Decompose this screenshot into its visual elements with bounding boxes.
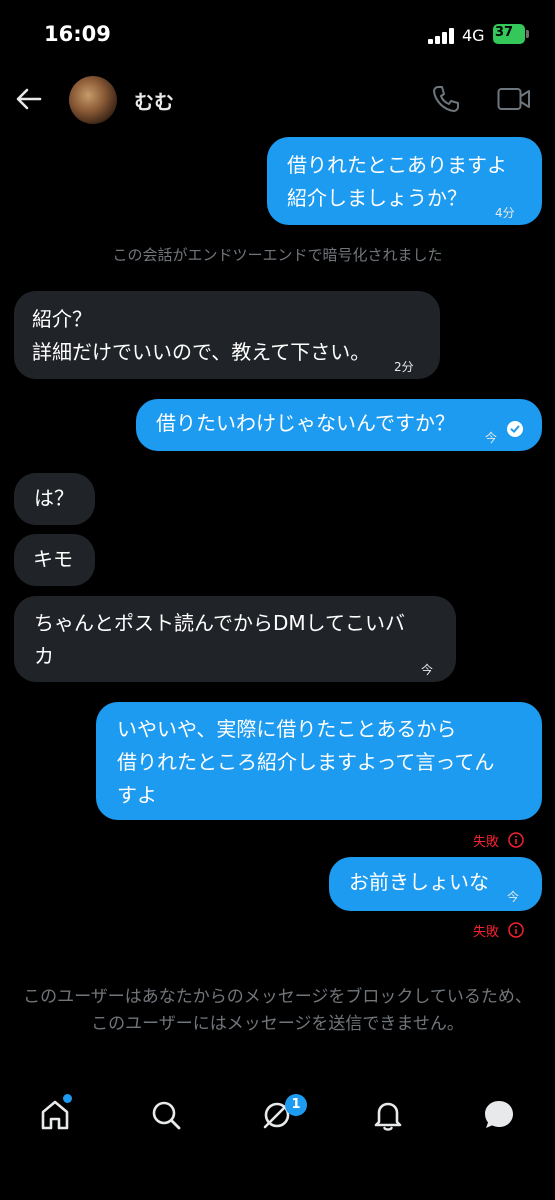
avatar[interactable] xyxy=(69,76,117,124)
video-icon[interactable] xyxy=(497,86,531,112)
battery-icon: 37 xyxy=(493,24,531,44)
read-check-icon xyxy=(507,421,523,437)
message-line: 紹介？ xyxy=(32,307,92,331)
message-time: 今 xyxy=(507,890,520,904)
send-failed-label[interactable]: 失敗 xyxy=(473,921,499,940)
message-time: 2分 xyxy=(394,360,414,374)
encryption-notice: この会話がエンドツーエンドで暗号化されました xyxy=(112,246,443,264)
blocked-notice: このユーザーはあなたからのメッセージをブロックしているため、このユーザーにはメッ… xyxy=(23,987,532,1034)
notification-badge: 1 xyxy=(285,1094,307,1116)
message-line: いやいや、実際に借りたことあるから xyxy=(117,717,457,741)
battery-level: 37 xyxy=(495,25,514,40)
message-bubble-incoming[interactable]: は？ xyxy=(14,473,95,525)
bell-icon[interactable] xyxy=(370,1097,406,1133)
message-bubble-outgoing[interactable]: 借りたいわけじゃないんですか？ 今 xyxy=(136,399,542,451)
back-arrow-icon[interactable] xyxy=(14,84,44,114)
message-line: すよ xyxy=(117,783,157,807)
message-line: ちゃんとポスト読んでからDMしてこいバ xyxy=(34,611,406,635)
status-time: 16:09 xyxy=(44,22,111,46)
network-label: 4G xyxy=(462,26,485,45)
message-bubble-outgoing[interactable]: お前きしょいな 今 xyxy=(329,857,542,911)
message-time: 今 xyxy=(485,431,498,445)
message-line: キモ xyxy=(33,547,73,571)
message-line: は？ xyxy=(34,486,74,510)
error-info-icon[interactable] xyxy=(508,832,524,848)
message-line: 借りれたところ紹介しますよって言ってん xyxy=(117,750,495,774)
phone-icon[interactable] xyxy=(430,83,462,115)
signal-icon xyxy=(428,28,454,44)
message-bubble-incoming[interactable]: 紹介？ 詳細だけでいいので、教えて下さい。 2分 xyxy=(14,291,440,379)
message-time: 4分 xyxy=(495,206,515,220)
message-line: 詳細だけでいいので、教えて下さい。 xyxy=(32,340,371,364)
message-line: 借りれたとこありますよ xyxy=(287,153,507,177)
message-bubble-incoming[interactable]: ちゃんとポスト読んでからDMしてこいバ カ 今 xyxy=(14,596,456,682)
home-notification-dot xyxy=(63,1094,72,1103)
search-icon[interactable] xyxy=(148,1097,184,1133)
message-bubble-outgoing[interactable]: 借りれたとこありますよ 紹介しましょうか？ 4分 xyxy=(267,137,542,225)
message-bubble-incoming[interactable]: キモ xyxy=(14,534,95,586)
contact-name[interactable]: むむ xyxy=(134,86,174,115)
messages-icon[interactable] xyxy=(481,1097,517,1133)
send-failed-label[interactable]: 失敗 xyxy=(473,831,499,850)
message-line: カ xyxy=(34,644,54,668)
message-bubble-outgoing[interactable]: いやいや、実際に借りたことあるから 借りれたところ紹介しますよって言ってん すよ xyxy=(96,702,542,820)
error-info-icon[interactable] xyxy=(508,922,524,938)
message-time: 今 xyxy=(421,663,434,677)
